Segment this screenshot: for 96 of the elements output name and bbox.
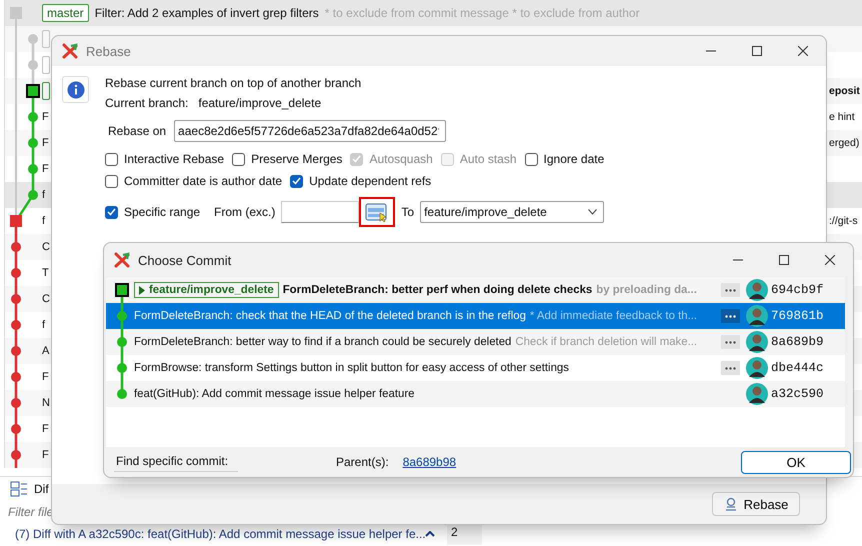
commit-hash: dbe444c [771, 361, 825, 375]
specific-range-checkbox[interactable]: Specific range [105, 205, 200, 219]
more-icon [725, 340, 736, 344]
ok-button[interactable]: OK [741, 450, 851, 474]
commit-message: A [42, 345, 50, 357]
commit-message: feat(GitHub): Add commit message issue helper feature [134, 388, 414, 400]
find-commit-label: Find specific commit: [114, 452, 238, 472]
minimize-icon [733, 259, 743, 261]
field-label: Current branch: [105, 96, 188, 110]
commit-row[interactable]: feat(GitHub): Add commit message issue helper feature a32c590 [106, 381, 845, 407]
diff-icon [10, 481, 28, 497]
field-label: From (exc.) [214, 205, 276, 219]
more-button[interactable] [721, 361, 740, 375]
more-button[interactable] [721, 283, 740, 297]
commit-message: F [42, 423, 49, 435]
commit-message: T [42, 267, 49, 279]
commit-row[interactable]: feature/improve_delete FormDeleteBranch: better perf when doing delete checks by preloading da... 694cb9f [106, 277, 845, 303]
list-pointer-icon [365, 202, 390, 222]
commit-message: F [42, 371, 49, 383]
checkmark-icon [352, 155, 362, 163]
count-label: 2 [447, 523, 482, 545]
commit-hash: 769861b [771, 309, 825, 323]
parent-link[interactable]: 8a689b98 [402, 455, 456, 469]
avatar-icon [746, 331, 768, 353]
avatar-icon [746, 383, 768, 405]
to-dropdown[interactable]: feature/improve_delete [420, 201, 604, 223]
commit-hash: 694cb9f [771, 283, 825, 297]
row-text: ://git-s [829, 215, 858, 227]
commit-message: C [42, 293, 50, 305]
commit-row[interactable]: FormDeleteBranch: better way to find if a branch could be securely deleted Check if branch deletion will make... 8a689b9 [106, 329, 845, 355]
app-logo-icon [62, 43, 78, 59]
choose-commit-button[interactable] [359, 197, 396, 227]
branch-label: master [42, 4, 89, 22]
commit-row[interactable]: FormDeleteBranch: check that the HEAD of the deleted branch is in the reflog * Add immediate feedback to th... 769861b [106, 303, 845, 329]
maximize-icon [752, 46, 762, 56]
window-title: Choose Commit [138, 252, 232, 268]
option-checkbox[interactable]: Committer date is author date [105, 174, 282, 188]
diff-tab[interactable]: Dif [34, 482, 49, 496]
commit-message: F [42, 449, 49, 461]
rebase-on-dropdown[interactable]: aaec8e2d6e5f57726de6a523a7dfa82de64a0d52 [174, 120, 446, 142]
row-text: e hint [829, 111, 855, 123]
commit-hash: 8a689b9 [771, 335, 825, 349]
minimize-icon [706, 50, 716, 52]
more-button[interactable] [721, 309, 740, 323]
option-checkbox[interactable]: Interactive Rebase [105, 152, 224, 166]
rebase-button[interactable]: Rebase [712, 492, 800, 516]
triangle-right-icon [139, 286, 145, 294]
commit-message: F [42, 111, 49, 123]
more-icon [725, 314, 736, 318]
commit-message: f [42, 189, 46, 201]
commit-message: FormDeleteBranch: better way to find if a branch could be securely deleted [134, 336, 512, 348]
caret-up-icon[interactable] [425, 531, 435, 537]
checkmark-icon [107, 208, 116, 216]
from-field[interactable] [281, 201, 360, 223]
row-text: eposit [829, 85, 860, 97]
commit-message: f [42, 215, 46, 227]
commit-message: F [42, 137, 49, 149]
more-icon [725, 288, 736, 292]
rebase-icon [724, 497, 738, 511]
commit-detail: Check if branch deletion will make... [515, 336, 698, 348]
commit-message: FormDeleteBranch: check that the HEAD of the deleted branch is in the reflog [134, 310, 526, 322]
commit-message: F [42, 163, 49, 175]
commit-message: Filter: Add 2 examples of invert grep filters [94, 6, 319, 20]
commit-detail: * to exclude from commit message * to exclude from author [324, 6, 640, 20]
close-icon [825, 255, 835, 265]
app-logo-icon [114, 252, 130, 268]
field-label: Rebase on [108, 124, 166, 138]
commit-message: C [42, 241, 50, 253]
commit-detail: * Add immediate feedback to th... [530, 310, 698, 322]
parents-label: Parent(s): [336, 455, 389, 469]
commit-message: N [42, 397, 50, 409]
branch-label: feature/improve_delete [134, 282, 279, 298]
option-checkbox[interactable]: Preserve Merges [232, 152, 342, 166]
avatar-icon [746, 305, 768, 327]
current-branch: feature/improve_delete [198, 96, 322, 110]
diff-selector[interactable]: (7) Diff with A a32c590c: feat(GitHub): Add commit message issue helper fe... [0, 527, 425, 541]
maximize-icon [779, 255, 789, 265]
avatar-icon [746, 279, 768, 301]
more-icon [725, 366, 736, 370]
commit-row[interactable]: master Filter: Add 2 examples of invert grep filters * to exclude from commit message * to exclude from author [5, 0, 862, 26]
commit-message: FormDeleteBranch: better perf when doing delete checks [282, 284, 592, 296]
checkmark-icon [292, 177, 302, 185]
window-title: Rebase [86, 44, 132, 58]
option-checkbox[interactable]: Ignore date [524, 152, 604, 166]
option-checkbox[interactable]: Update dependent refs [290, 174, 432, 188]
field-label: To [401, 205, 414, 219]
commit-hash: a32c590 [771, 387, 825, 401]
avatar-icon [746, 357, 768, 379]
row-text: erged) [829, 137, 860, 149]
more-button[interactable] [721, 335, 740, 349]
commit-detail: by preloading da... [596, 284, 697, 296]
close-icon [798, 46, 808, 56]
info-icon [66, 80, 84, 98]
commit-message: f [42, 319, 46, 331]
dialog-heading: Rebase current branch on top of another branch [105, 76, 362, 90]
commit-message: FormBrowse: transform Settings button in split button for easy access of other settings [134, 362, 569, 374]
